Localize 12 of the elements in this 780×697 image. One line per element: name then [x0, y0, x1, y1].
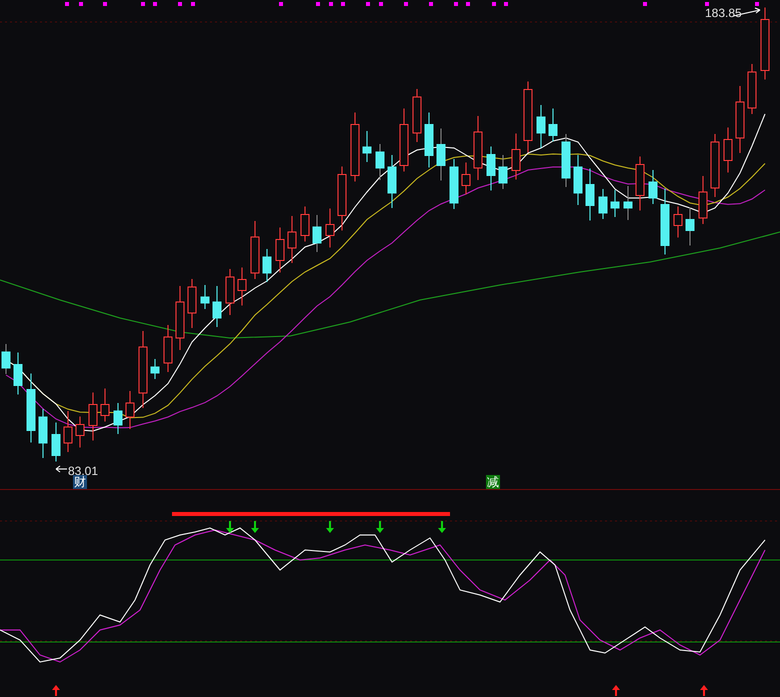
down-arrow-icon: [251, 521, 259, 533]
high-price-label: 183.85: [705, 5, 742, 22]
leader-arrow: [56, 466, 68, 472]
down-arrow-icon: [376, 521, 384, 533]
down-arrow-icon: [326, 521, 334, 533]
down-arrow-icon: [438, 521, 446, 533]
down-arrow-icon: [226, 521, 234, 533]
up-arrow-icon: [612, 685, 620, 696]
up-arrow-icon: [700, 685, 708, 696]
signal-tag: 财: [73, 475, 87, 489]
signal-tag: 减: [486, 475, 500, 489]
up-arrow-icon: [52, 685, 60, 696]
